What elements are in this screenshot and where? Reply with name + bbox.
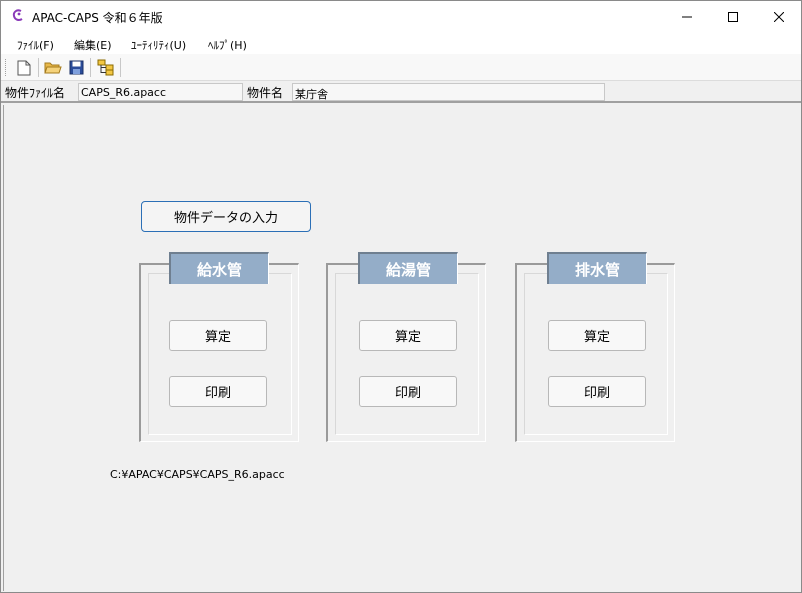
hot-water-print-button[interactable]: 印刷 bbox=[359, 376, 457, 407]
menu-utility[interactable]: ﾕｰﾃｨﾘﾃｨ(U) bbox=[131, 37, 186, 53]
title-bar: APAC-CAPS 令和６年版 bbox=[1, 1, 801, 32]
group-title: 排水管 bbox=[547, 252, 647, 284]
property-info-bar: 物件ﾌｧｲﾙ名 CAPS_R6.apacc 物件名 某庁舎 bbox=[1, 81, 801, 103]
menu-edit[interactable]: 編集(E) bbox=[74, 37, 112, 53]
water-supply-calc-button[interactable]: 算定 bbox=[169, 320, 267, 351]
toolbar-grip[interactable] bbox=[5, 59, 8, 76]
toolbar-separator bbox=[90, 58, 91, 77]
property-data-input-button[interactable]: 物件データの入力 bbox=[141, 201, 311, 232]
new-file-button[interactable] bbox=[14, 58, 34, 77]
group-title: 給湯管 bbox=[358, 252, 458, 284]
tree-structure-icon bbox=[97, 59, 114, 76]
property-file-label: 物件ﾌｧｲﾙ名 bbox=[5, 86, 66, 100]
drainage-group: 排水管 算定 印刷 bbox=[515, 252, 675, 442]
water-supply-print-button[interactable]: 印刷 bbox=[169, 376, 267, 407]
save-disk-icon bbox=[69, 60, 83, 75]
minimize-icon bbox=[682, 16, 692, 17]
save-file-button[interactable] bbox=[66, 58, 86, 77]
open-file-button[interactable] bbox=[43, 58, 63, 77]
app-window: APAC-CAPS 令和６年版 ﾌｧｲﾙ(F) 編集(E) ﾕｰﾃｨﾘﾃｨ(U)… bbox=[0, 0, 802, 593]
drainage-calc-button[interactable]: 算定 bbox=[548, 320, 646, 351]
toolbar bbox=[1, 54, 801, 81]
menu-bar: ﾌｧｲﾙ(F) 編集(E) ﾕｰﾃｨﾘﾃｨ(U) ﾍﾙﾌﾟ(H) bbox=[1, 32, 801, 54]
property-file-field: CAPS_R6.apacc bbox=[78, 83, 243, 101]
open-folder-icon bbox=[44, 62, 62, 74]
tree-view-button[interactable] bbox=[96, 58, 116, 77]
maximize-icon bbox=[728, 11, 738, 22]
close-icon bbox=[774, 11, 784, 22]
hot-water-group: 給湯管 算定 印刷 bbox=[326, 252, 486, 442]
group-inner-frame bbox=[148, 273, 292, 435]
property-name-field: 某庁舎 bbox=[292, 83, 605, 101]
toolbar-separator bbox=[120, 58, 121, 77]
menu-help[interactable]: ﾍﾙﾌﾟ(H) bbox=[208, 37, 247, 53]
group-title: 給水管 bbox=[169, 252, 269, 284]
new-document-icon bbox=[17, 60, 31, 75]
file-path-text: C:¥APAC¥CAPS¥CAPS_R6.apacc bbox=[110, 468, 285, 481]
hot-water-calc-button[interactable]: 算定 bbox=[359, 320, 457, 351]
app-logo-icon bbox=[12, 9, 23, 21]
property-name-label: 物件名 bbox=[247, 86, 284, 100]
group-inner-frame bbox=[524, 273, 668, 435]
window-title: APAC-CAPS 令和６年版 bbox=[32, 11, 163, 25]
drainage-print-button[interactable]: 印刷 bbox=[548, 376, 646, 407]
close-button[interactable] bbox=[756, 1, 802, 32]
minimize-button[interactable] bbox=[664, 1, 710, 32]
toolbar-separator bbox=[38, 58, 39, 77]
maximize-button[interactable] bbox=[710, 1, 756, 32]
water-supply-group: 給水管 算定 印刷 bbox=[139, 252, 299, 442]
group-inner-frame bbox=[335, 273, 479, 435]
menu-file[interactable]: ﾌｧｲﾙ(F) bbox=[17, 37, 54, 53]
